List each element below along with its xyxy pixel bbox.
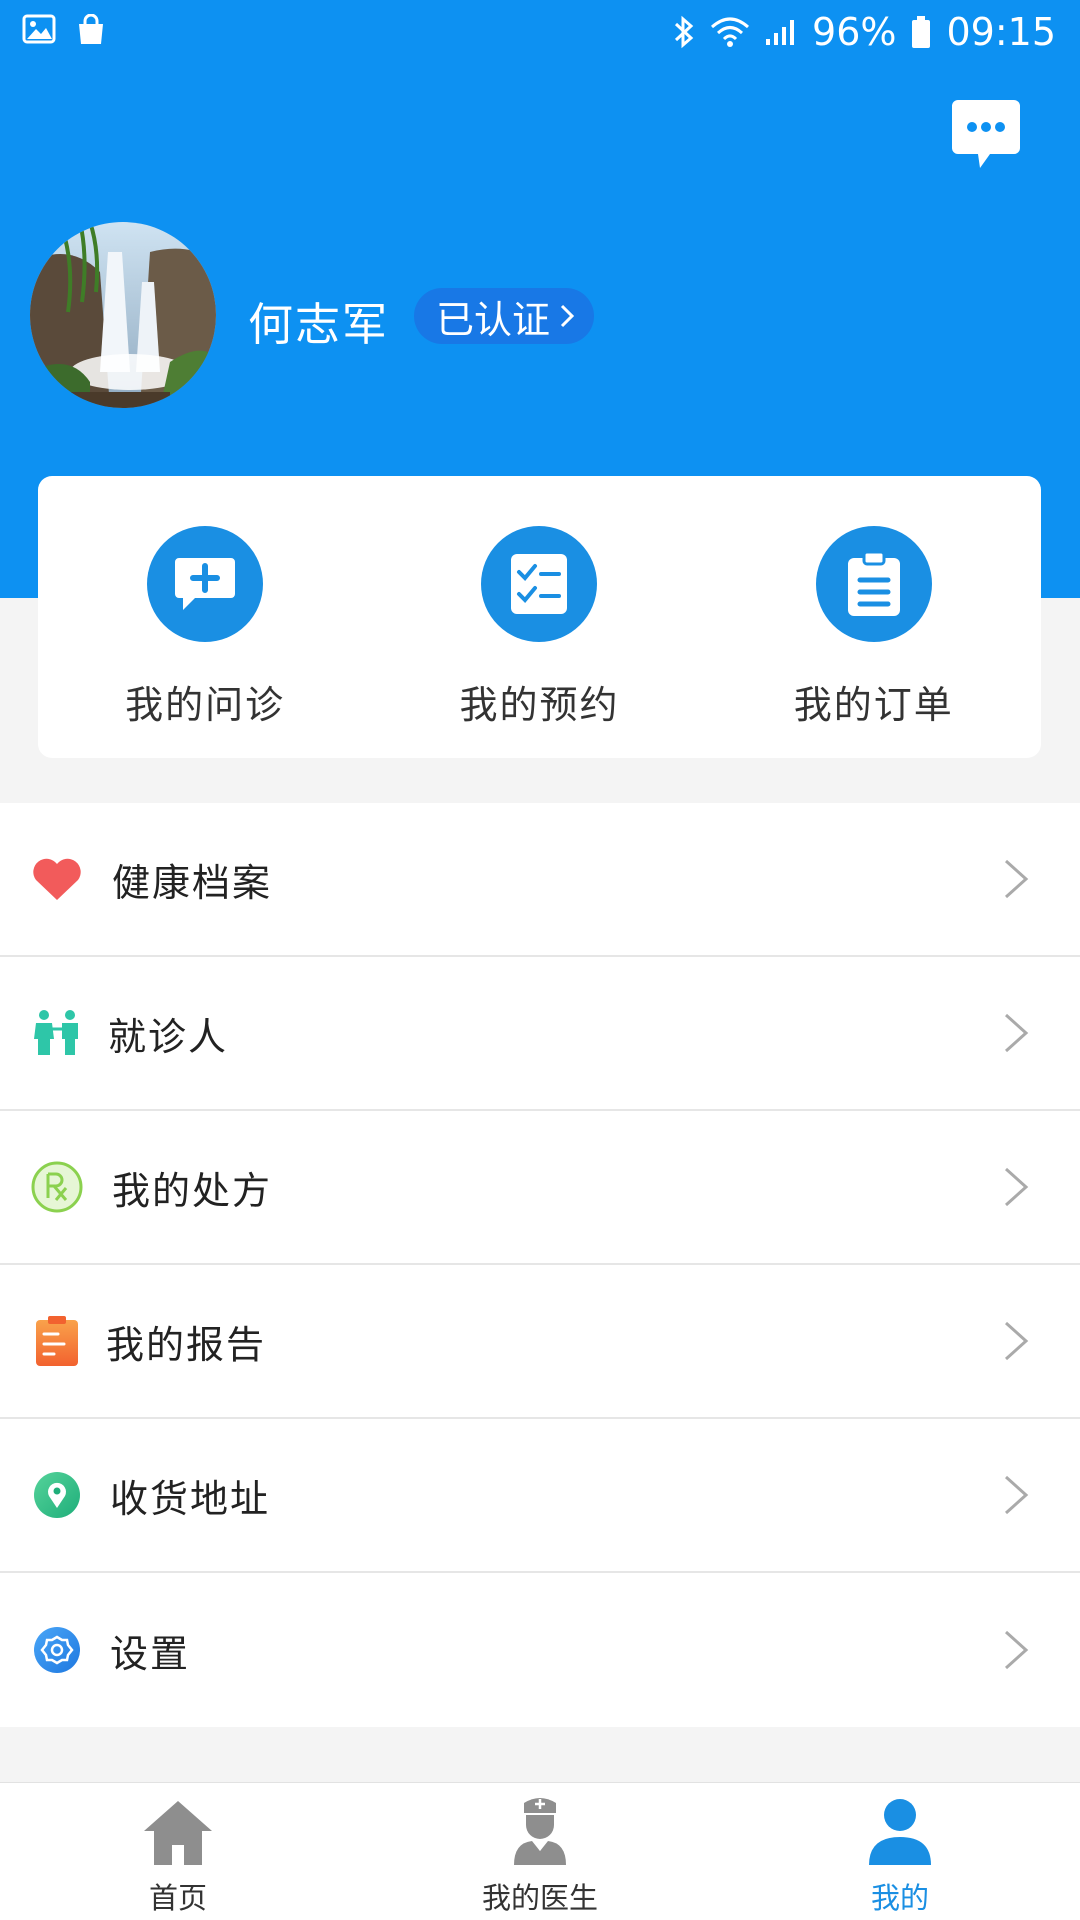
menu-item-reports[interactable]: 我的报告 <box>0 1265 1080 1419</box>
heart-icon <box>30 852 84 906</box>
doctor-icon <box>502 1795 578 1867</box>
menu-item-settings[interactable]: 设置 <box>0 1573 1080 1727</box>
profile-screen: 96% 09:15 何志军 已认证 我的问诊 我的预约 我的订单 健康档案 就诊… <box>0 0 1080 1920</box>
verified-label: 已认证 <box>436 297 551 342</box>
nav-label: 我的医生 <box>481 1881 598 1915</box>
gallery-notification-icon <box>22 14 56 44</box>
menu-item-label: 我的报告 <box>106 1322 267 1367</box>
quick-actions-card: 我的问诊 我的预约 我的订单 <box>38 476 1041 758</box>
user-name: 何志军 <box>248 298 390 351</box>
settings-icon <box>30 1623 84 1677</box>
checklist-icon <box>481 526 598 642</box>
prescription-icon <box>30 1160 84 1214</box>
home-icon <box>140 1795 216 1867</box>
family-icon <box>30 1006 84 1060</box>
battery-percentage: 96% <box>812 10 897 54</box>
chevron-right-icon <box>1004 1167 1029 1207</box>
nav-label: 首页 <box>148 1881 207 1915</box>
chevron-right-icon <box>1004 1475 1029 1515</box>
message-bubble-icon[interactable] <box>950 98 1022 174</box>
menu-item-label: 设置 <box>110 1631 191 1676</box>
quick-action-label: 我的订单 <box>793 683 954 727</box>
menu-item-label: 就诊人 <box>108 1014 229 1059</box>
quick-action-label: 我的问诊 <box>125 683 286 727</box>
chevron-right-icon <box>560 304 575 328</box>
menu-item-patients[interactable]: 就诊人 <box>0 957 1080 1111</box>
menu-item-label: 健康档案 <box>112 860 273 905</box>
nav-tab-mine[interactable]: 我的 <box>800 1783 1000 1920</box>
user-icon <box>862 1795 938 1867</box>
quick-action-orders[interactable]: 我的订单 <box>754 476 994 729</box>
menu-item-label: 我的处方 <box>112 1168 273 1213</box>
report-icon <box>30 1314 84 1368</box>
menu-item-label: 收货地址 <box>110 1476 271 1521</box>
shopping-bag-notification-icon <box>79 14 103 44</box>
nav-label: 我的 <box>870 1881 929 1915</box>
avatar[interactable] <box>30 222 216 408</box>
quick-action-consultation[interactable]: 我的问诊 <box>85 476 325 729</box>
location-pin-icon <box>30 1468 84 1522</box>
bluetooth-icon <box>674 15 694 49</box>
verified-badge[interactable]: 已认证 <box>414 288 595 344</box>
cell-signal-icon <box>766 20 795 45</box>
menu-list: 健康档案 就诊人 我的处方 我的报告 收货地址 设置 <box>0 803 1080 1727</box>
status-bar: 96% 09:15 <box>0 0 1080 64</box>
menu-item-shipping-address[interactable]: 收货地址 <box>0 1419 1080 1573</box>
quick-action-appointment[interactable]: 我的预约 <box>419 476 659 729</box>
clock: 09:15 <box>946 10 1056 54</box>
wifi-icon <box>711 17 750 47</box>
bottom-nav: 首页 我的医生 我的 <box>0 1782 1080 1920</box>
waterfall-avatar-image <box>30 222 216 408</box>
nav-tab-my-doctors[interactable]: 我的医生 <box>440 1783 640 1920</box>
clipboard-icon <box>815 526 932 642</box>
menu-item-health-records[interactable]: 健康档案 <box>0 803 1080 957</box>
medical-chat-icon <box>147 526 264 642</box>
quick-action-label: 我的预约 <box>459 683 620 727</box>
chevron-right-icon <box>1004 1013 1029 1053</box>
chevron-right-icon <box>1004 1630 1029 1670</box>
nav-tab-home[interactable]: 首页 <box>78 1783 278 1920</box>
chevron-right-icon <box>1004 859 1029 899</box>
menu-item-prescriptions[interactable]: 我的处方 <box>0 1111 1080 1265</box>
chevron-right-icon <box>1004 1321 1029 1361</box>
battery-icon <box>912 16 931 48</box>
